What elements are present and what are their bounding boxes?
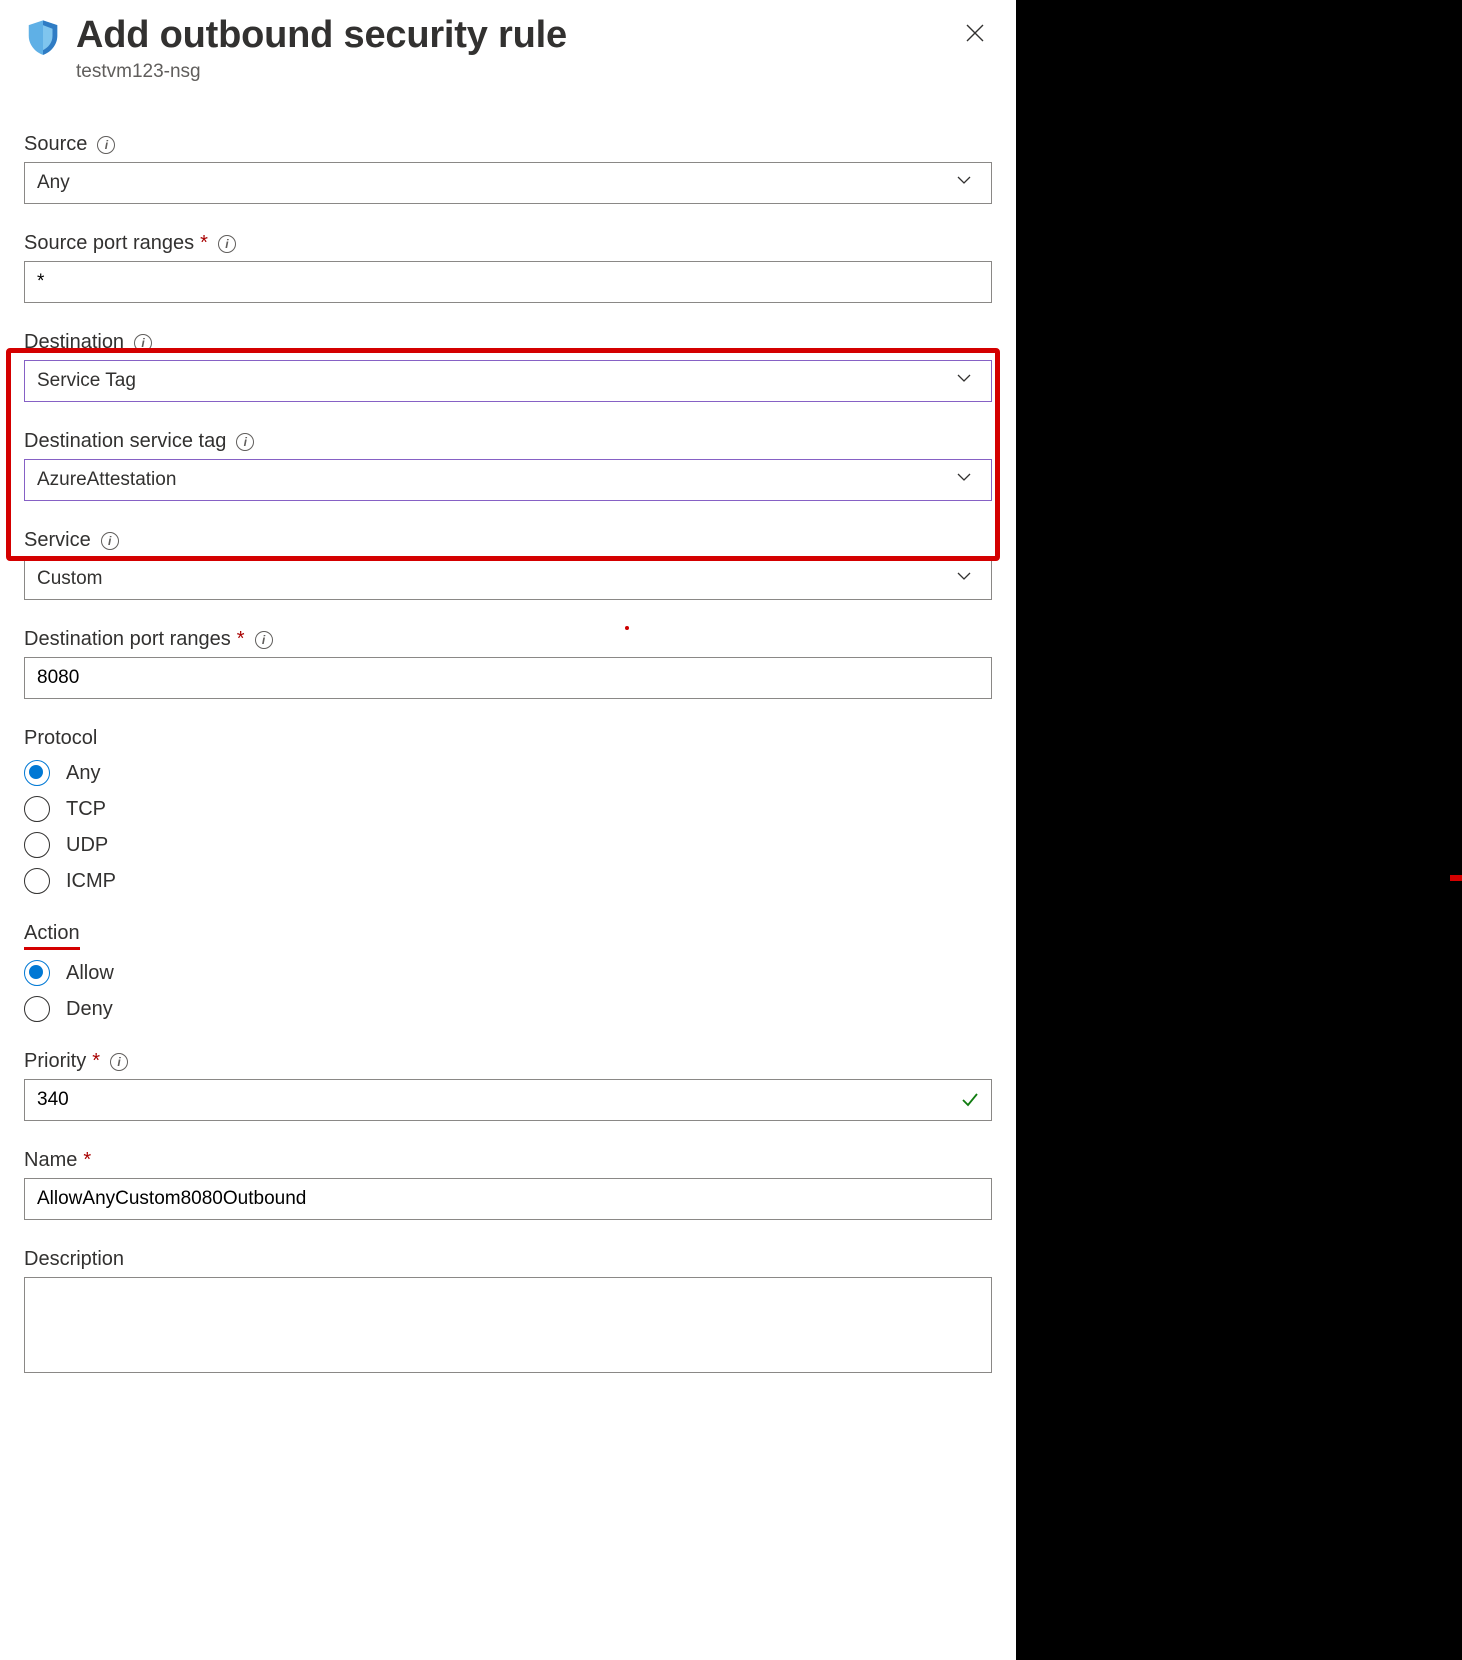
close-button[interactable]: [958, 18, 992, 52]
destination-port-ranges-label: Destination port ranges: [24, 628, 231, 651]
service-select[interactable]: Custom: [24, 558, 992, 600]
destination-select[interactable]: Service Tag: [24, 360, 992, 402]
info-icon[interactable]: [218, 235, 236, 253]
info-icon[interactable]: [101, 532, 119, 550]
name-label: Name: [24, 1149, 77, 1172]
info-icon[interactable]: [97, 136, 115, 154]
radio-icon: [24, 796, 50, 822]
radio-label: Any: [66, 762, 100, 785]
action-option-allow[interactable]: Allow: [24, 960, 992, 986]
protocol-option-tcp[interactable]: TCP: [24, 796, 992, 822]
info-icon[interactable]: [255, 631, 273, 649]
action-radio-group: Allow Deny: [24, 960, 992, 1022]
source-label: Source: [24, 133, 87, 156]
info-icon[interactable]: [110, 1053, 128, 1071]
info-icon[interactable]: [134, 334, 152, 352]
radio-label: UDP: [66, 834, 108, 857]
external-black-region: [1016, 0, 1462, 1660]
info-icon[interactable]: [236, 433, 254, 451]
add-rule-panel: Add outbound security rule testvm123-nsg…: [0, 0, 1016, 1660]
destination-port-ranges-input[interactable]: [24, 657, 992, 699]
radio-icon: [24, 960, 50, 986]
chevron-down-icon: [949, 172, 979, 194]
panel-title: Add outbound security rule: [76, 14, 958, 57]
destination-service-tag-select[interactable]: AzureAttestation: [24, 459, 992, 501]
annotation-red-tick: [1450, 875, 1462, 881]
required-icon: *: [237, 628, 245, 651]
annotation-dot: [625, 626, 629, 630]
source-port-ranges-label: Source port ranges: [24, 232, 194, 255]
checkmark-icon: [960, 1090, 980, 1110]
panel-subtitle: testvm123-nsg: [76, 61, 958, 83]
protocol-label: Protocol: [24, 727, 97, 750]
action-label: Action: [24, 922, 80, 950]
priority-label: Priority: [24, 1050, 86, 1073]
description-textarea[interactable]: [24, 1277, 992, 1373]
chevron-down-icon: [949, 568, 979, 590]
radio-label: Allow: [66, 962, 114, 985]
radio-icon: [24, 868, 50, 894]
destination-service-tag-label: Destination service tag: [24, 430, 226, 453]
source-select[interactable]: Any: [24, 162, 992, 204]
radio-icon: [24, 760, 50, 786]
name-input[interactable]: [24, 1178, 992, 1220]
radio-label: ICMP: [66, 870, 116, 893]
required-icon: *: [200, 232, 208, 255]
protocol-option-icmp[interactable]: ICMP: [24, 868, 992, 894]
radio-icon: [24, 832, 50, 858]
shield-icon: [24, 18, 62, 56]
action-option-deny[interactable]: Deny: [24, 996, 992, 1022]
chevron-down-icon: [949, 469, 979, 491]
chevron-down-icon: [949, 370, 979, 392]
protocol-radio-group: Any TCP UDP ICMP: [24, 760, 992, 894]
radio-icon: [24, 996, 50, 1022]
destination-label: Destination: [24, 331, 124, 354]
protocol-option-any[interactable]: Any: [24, 760, 992, 786]
source-port-ranges-input[interactable]: [24, 261, 992, 303]
priority-input[interactable]: [24, 1079, 992, 1121]
required-icon: *: [92, 1050, 100, 1073]
service-label: Service: [24, 529, 91, 552]
radio-label: TCP: [66, 798, 106, 821]
description-label: Description: [24, 1248, 124, 1271]
close-icon: [966, 24, 984, 42]
required-icon: *: [83, 1149, 91, 1172]
radio-label: Deny: [66, 998, 113, 1021]
protocol-option-udp[interactable]: UDP: [24, 832, 992, 858]
